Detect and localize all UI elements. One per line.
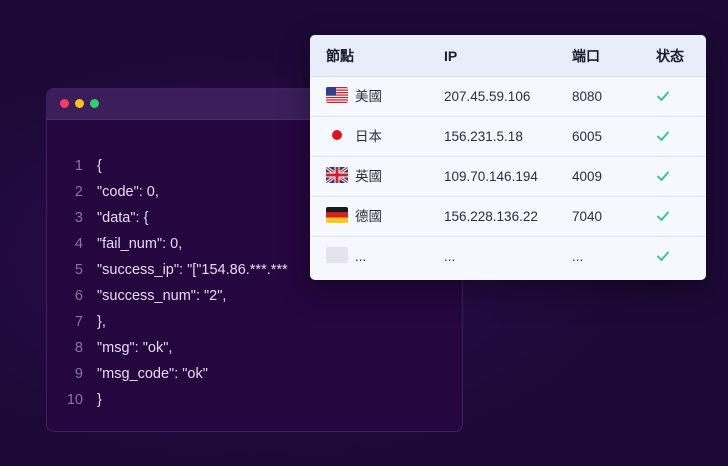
check-icon (657, 91, 669, 101)
table-row[interactable]: 德國 156.228.136.22 7040 (310, 197, 706, 237)
line-number: 10 (66, 392, 83, 408)
table-row[interactable]: ... ... ... (310, 237, 706, 277)
jp-flag-icon (326, 127, 348, 143)
code-text: "msg_code": "ok" (97, 366, 208, 382)
de-flag-icon (326, 207, 348, 223)
header-status: 状态 (656, 48, 684, 64)
code-text: "data": { (97, 210, 149, 226)
ip-address: 207.45.59.106 (444, 89, 531, 104)
code-line: 6 "success_num": "2", (47, 283, 462, 309)
country-name: ... (355, 249, 367, 264)
code-text: "success_ip": "["154.86.***.*** (97, 262, 288, 278)
minimize-window-dot[interactable] (75, 99, 84, 108)
code-line: 9 "msg_code": "ok" (47, 361, 462, 387)
check-icon (657, 211, 669, 221)
code-text: { (97, 158, 102, 174)
line-number: 8 (74, 340, 83, 356)
placeholder-flag-icon (326, 247, 348, 263)
code-text: }, (97, 314, 106, 330)
country-name: 日本 (355, 129, 382, 144)
code-text: "success_num": "2", (97, 288, 227, 304)
header-node: 節點 (326, 48, 354, 64)
code-text: "msg": "ok", (97, 340, 173, 356)
uk-flag-icon (326, 167, 348, 183)
header-port: 端口 (572, 48, 600, 64)
maximize-window-dot[interactable] (90, 99, 99, 108)
table-row[interactable]: 美國 207.45.59.106 8080 (310, 77, 706, 117)
close-window-dot[interactable] (60, 99, 69, 108)
table-header: 節點 IP 端口 状态 (310, 35, 706, 77)
country-name: 英國 (355, 169, 382, 184)
code-line: 7}, (47, 309, 462, 335)
ip-address: 156.231.5.18 (444, 129, 523, 144)
line-number: 1 (74, 158, 83, 174)
line-number: 6 (74, 288, 83, 304)
header-ip: IP (444, 48, 458, 64)
check-icon (657, 131, 669, 141)
code-text: "fail_num": 0, (97, 236, 183, 252)
check-icon (657, 251, 669, 261)
port-number: 8080 (572, 89, 603, 104)
check-icon (657, 171, 669, 181)
table-row[interactable]: 英國 109.70.146.194 4009 (310, 157, 706, 197)
country-name: 美國 (355, 89, 382, 104)
port-number: 7040 (572, 209, 603, 224)
port-number: 4009 (572, 169, 603, 184)
line-number: 9 (74, 366, 83, 382)
line-number: 2 (74, 184, 83, 200)
port-number: ... (572, 249, 584, 264)
line-number: 7 (74, 314, 83, 330)
line-number: 3 (74, 210, 83, 226)
code-line: 8 "msg": "ok", (47, 335, 462, 361)
port-number: 6005 (572, 129, 603, 144)
node-table: 節點 IP 端口 状态 美國 207.45.59.106 8080 日本 156… (310, 35, 706, 280)
us-flag-icon (326, 87, 348, 103)
table-row[interactable]: 日本 156.231.5.18 6005 (310, 117, 706, 157)
line-number: 5 (74, 262, 83, 278)
ip-address: ... (444, 249, 456, 264)
ip-address: 109.70.146.194 (444, 169, 538, 184)
line-number: 4 (74, 236, 83, 252)
code-line: 10} (47, 387, 462, 413)
ip-address: 156.228.136.22 (444, 209, 538, 224)
code-text: } (97, 392, 102, 408)
code-text: "code": 0, (97, 184, 159, 200)
country-name: 德國 (355, 209, 382, 224)
